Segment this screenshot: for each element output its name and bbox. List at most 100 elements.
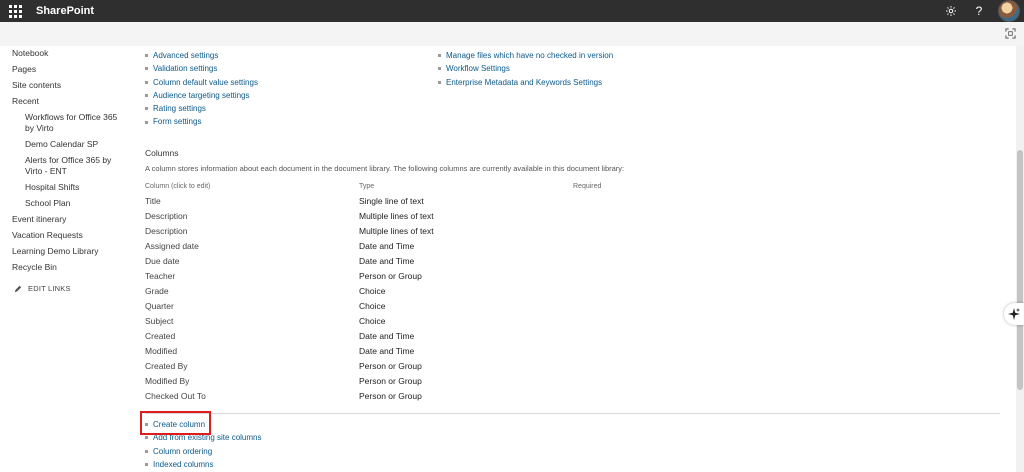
column-name-link[interactable]: Grade	[145, 286, 169, 296]
sub-toolbar	[0, 22, 1024, 46]
columns-section-title: Columns	[145, 148, 179, 158]
column-name-link[interactable]: Created	[145, 331, 175, 341]
nav-item-recent[interactable]: Recent	[0, 94, 128, 110]
nav-item-demo-calendar[interactable]: Demo Calendar SP	[0, 137, 128, 153]
indexed-columns-link[interactable]: Indexed columns	[145, 458, 262, 471]
column-type: Choice	[359, 301, 386, 311]
settings-link-label: Workflow Settings	[446, 64, 510, 74]
table-row: Description Multiple lines of text	[145, 226, 745, 241]
settings-link[interactable]: Workflow Settings	[438, 62, 613, 75]
nav-item-hospital-shifts[interactable]: Hospital Shifts	[0, 180, 128, 196]
section-divider	[145, 413, 1000, 414]
settings-link[interactable]: Rating settings	[145, 102, 258, 115]
settings-link[interactable]: Validation settings	[145, 62, 258, 75]
column-type: Person or Group	[359, 376, 422, 386]
column-name-link[interactable]: Subject	[145, 316, 173, 326]
nav-item-vacation-requests[interactable]: Vacation Requests	[0, 228, 128, 244]
user-avatar[interactable]	[998, 0, 1020, 22]
bullet-icon	[145, 463, 148, 467]
column-header-required: Required	[573, 183, 602, 190]
table-row: Created Date and Time	[145, 331, 745, 346]
settings-links-right: Manage files which have no checked in ve…	[438, 49, 613, 89]
settings-links-left: Advanced settings Validation settings Co…	[145, 49, 258, 129]
nav-item-event-itinerary[interactable]: Event itinerary	[0, 212, 128, 228]
edit-links-button[interactable]: EDIT LINKS	[0, 276, 128, 293]
column-type: Date and Time	[359, 346, 415, 356]
nav-item-site-contents[interactable]: Site contents	[0, 78, 128, 94]
scrollbar-thumb[interactable]	[1017, 150, 1023, 390]
settings-link[interactable]: Advanced settings	[145, 49, 258, 62]
table-row: Modified By Person or Group	[145, 376, 745, 391]
brand-title[interactable]: SharePoint	[36, 5, 94, 17]
bullet-icon	[438, 67, 441, 71]
column-name-link[interactable]: Modified	[145, 346, 177, 356]
column-name-link[interactable]: Description	[145, 211, 188, 221]
column-name-link[interactable]: Title	[145, 196, 161, 206]
bullet-icon	[145, 120, 148, 124]
column-name-link[interactable]: Created By	[145, 361, 188, 371]
column-header-type: Type	[359, 183, 375, 190]
column-type: Choice	[359, 316, 386, 326]
table-row: Grade Choice	[145, 286, 745, 301]
settings-link-label: Enterprise Metadata and Keywords Setting…	[446, 77, 603, 87]
column-type: Person or Group	[359, 271, 422, 281]
bullet-icon	[145, 94, 148, 98]
column-name-link[interactable]: Teacher	[145, 271, 175, 281]
focus-mode-icon[interactable]	[1005, 28, 1016, 39]
nav-item-learning-demo-library[interactable]: Learning Demo Library	[0, 244, 128, 260]
column-ordering-link[interactable]: Column ordering	[145, 445, 262, 458]
settings-link-label: Validation settings	[153, 64, 218, 74]
column-header-name: Column (click to edit)	[145, 183, 211, 190]
copilot-button[interactable]	[1004, 303, 1024, 325]
column-type: Date and Time	[359, 331, 415, 341]
pencil-icon	[14, 285, 22, 292]
bullet-icon	[145, 436, 148, 440]
settings-link[interactable]: Enterprise Metadata and Keywords Setting…	[438, 76, 613, 89]
nav-item-notebook[interactable]: Notebook	[0, 46, 128, 62]
column-name-link[interactable]: Due date	[145, 256, 180, 266]
edit-links-label: EDIT LINKS	[28, 284, 71, 293]
table-row: Modified Date and Time	[145, 346, 745, 361]
suite-bar: SharePoint ?	[0, 0, 1024, 22]
settings-link[interactable]: Column default value settings	[145, 76, 258, 89]
bullet-icon	[145, 80, 148, 84]
nav-item-recycle-bin[interactable]: Recycle Bin	[0, 260, 128, 276]
nav-item-alerts[interactable]: Alerts for Office 365 by Virto - ENT	[0, 153, 128, 180]
help-icon[interactable]: ?	[970, 2, 988, 20]
settings-link[interactable]: Form settings	[145, 115, 258, 128]
bullet-icon	[145, 449, 148, 453]
table-row: Created By Person or Group	[145, 361, 745, 376]
table-row: Checked Out To Person or Group	[145, 391, 745, 406]
settings-link-label: Advanced settings	[153, 51, 219, 60]
column-type: Person or Group	[359, 361, 422, 371]
table-row: Description Multiple lines of text	[145, 211, 745, 226]
table-row: Due date Date and Time	[145, 256, 745, 271]
column-name-link[interactable]: Modified By	[145, 376, 189, 386]
settings-link-label: Audience targeting settings	[153, 90, 250, 100]
columns-section-description: A column stores information about each d…	[145, 164, 625, 173]
settings-link[interactable]: Manage files which have no checked in ve…	[438, 49, 613, 62]
column-name-link[interactable]: Quarter	[145, 301, 174, 311]
column-type: Date and Time	[359, 241, 415, 251]
column-type: Date and Time	[359, 256, 415, 266]
column-name-link[interactable]: Description	[145, 226, 188, 236]
settings-gear-icon[interactable]	[942, 2, 960, 20]
bullet-icon	[145, 67, 148, 71]
app-launcher-icon[interactable]	[0, 0, 30, 22]
column-name-link[interactable]: Checked Out To	[145, 391, 206, 401]
settings-link[interactable]: Audience targeting settings	[145, 89, 258, 102]
column-type: Choice	[359, 286, 386, 296]
sparkle-icon	[1008, 308, 1020, 320]
table-row: Title Single line of text	[145, 196, 745, 211]
column-ordering-label: Column ordering	[153, 446, 213, 456]
left-navigation: Notebook Pages Site contents Recent Work…	[0, 46, 128, 293]
column-type: Single line of text	[359, 196, 424, 206]
settings-link-label: Manage files which have no checked in ve…	[446, 51, 614, 60]
indexed-columns-label: Indexed columns	[153, 459, 214, 469]
column-name-link[interactable]: Assigned date	[145, 241, 199, 251]
nav-item-workflows[interactable]: Workflows for Office 365 by Virto	[0, 110, 128, 137]
table-row: Quarter Choice	[145, 301, 745, 316]
table-row: Teacher Person or Group	[145, 271, 745, 286]
nav-item-school-plan[interactable]: School Plan	[0, 196, 128, 212]
nav-item-pages[interactable]: Pages	[0, 62, 128, 78]
